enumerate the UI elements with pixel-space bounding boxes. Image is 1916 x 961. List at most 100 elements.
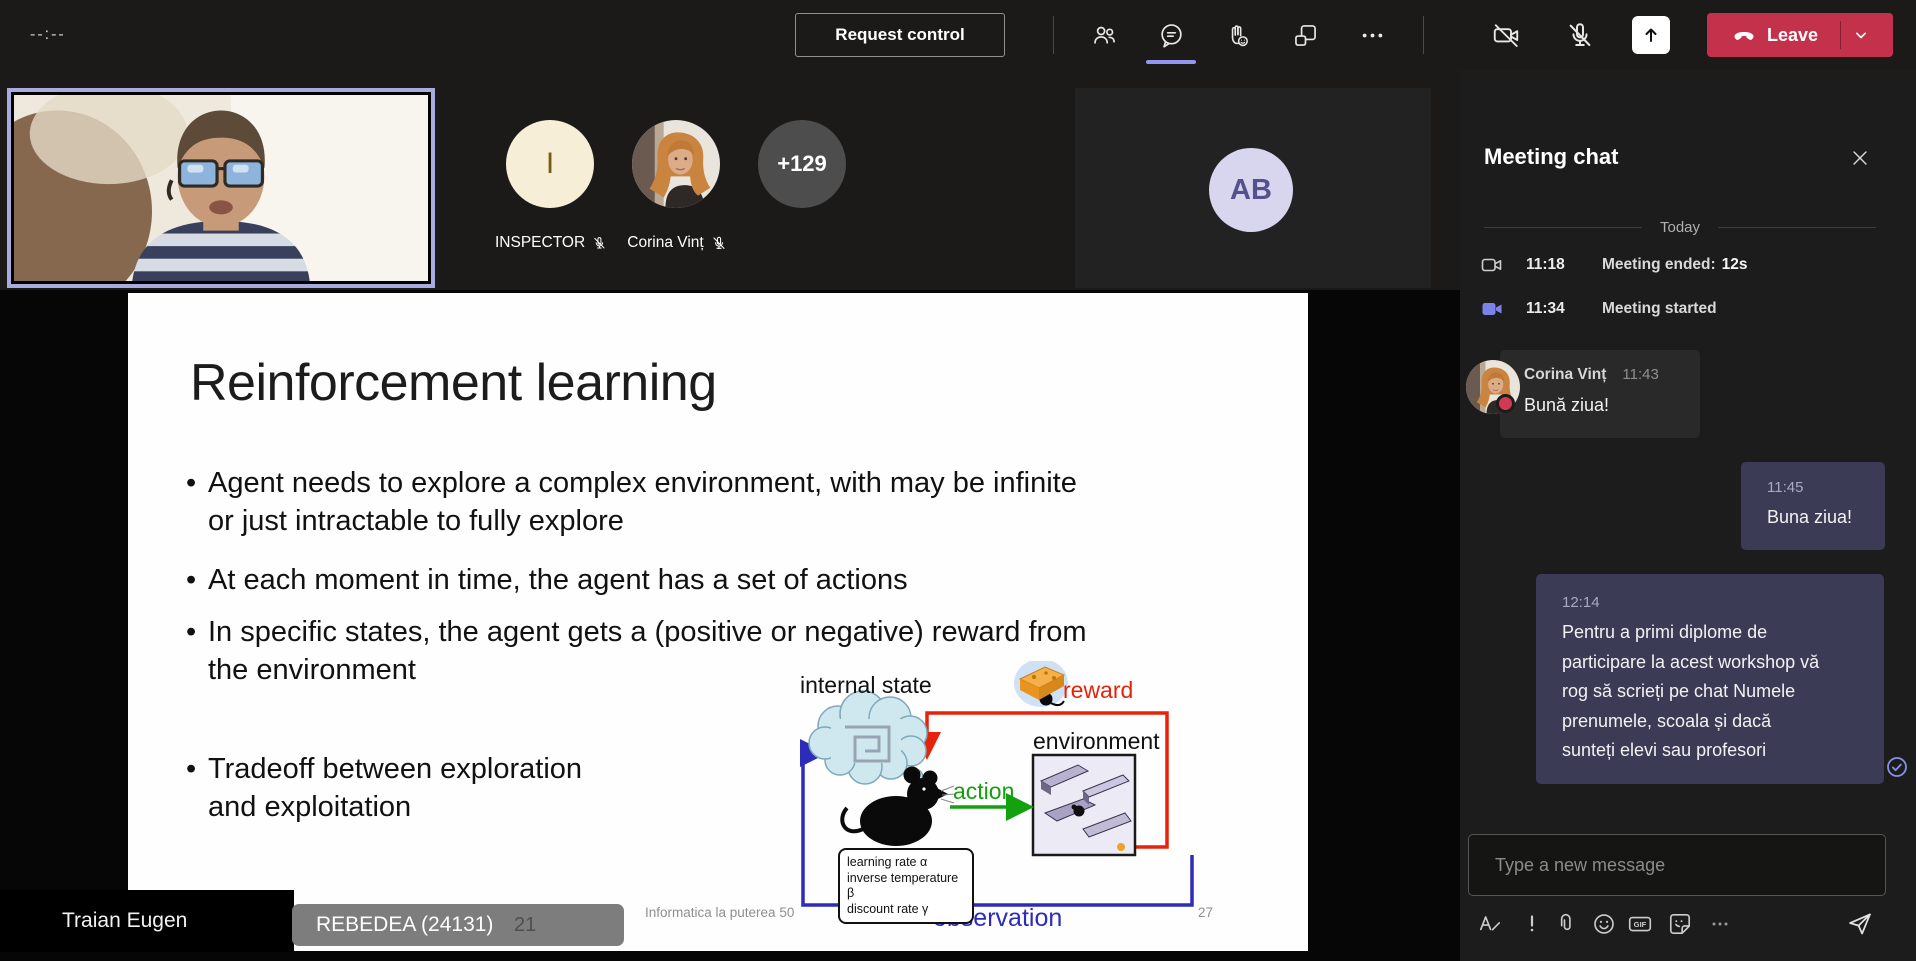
- environment-maze: [1033, 755, 1135, 855]
- chat-toggle-button[interactable]: [1151, 15, 1191, 55]
- label-internal-state: internal state: [800, 672, 932, 698]
- participant-tile-ab[interactable]: AB: [1075, 88, 1431, 288]
- toolbar-divider: [1053, 16, 1054, 54]
- meeting-chat-panel: Meeting chat Today 11:18 Meeting ended: …: [1460, 70, 1916, 961]
- more-options-button[interactable]: [1352, 15, 1392, 55]
- exclamation-icon: [1520, 912, 1544, 936]
- mic-off-button[interactable]: [1560, 15, 1600, 55]
- slide-bullet: •At each moment in time, the agent has a…: [186, 562, 908, 600]
- label-reward: reward: [1063, 677, 1133, 703]
- chat-input-container: [1468, 834, 1886, 896]
- chat-message-input[interactable]: [1469, 855, 1885, 876]
- gif-button[interactable]: GIF: [1624, 908, 1656, 940]
- leave-button[interactable]: Leave: [1707, 13, 1893, 57]
- more-compose-button[interactable]: [1704, 908, 1736, 940]
- corina-photo: [632, 120, 720, 208]
- format-icon: [1477, 911, 1503, 937]
- teams-meeting-window: --:-- Request control: [0, 0, 1916, 961]
- camera-off-button[interactable]: [1486, 15, 1526, 55]
- chat-bubble-icon: [1158, 22, 1185, 49]
- avatar-initial: I: [546, 147, 554, 181]
- camera-off-icon: [1491, 20, 1521, 50]
- presenter-video: [14, 95, 428, 281]
- date-divider-label: Today: [1660, 219, 1700, 236]
- label-environment: environment: [1033, 728, 1160, 754]
- chat-panel-title: Meeting chat: [1484, 144, 1618, 170]
- chat-message-incoming: Corina Vinț 11:43 Bună ziua!: [1500, 350, 1700, 438]
- breakout-rooms-icon: [1292, 22, 1319, 49]
- message-text: Buna ziua!: [1767, 503, 1885, 533]
- leave-options-chevron[interactable]: [1841, 13, 1881, 57]
- svg-text:GIF: GIF: [1634, 920, 1647, 929]
- message-text: Pentru a primi diplome de participare la…: [1562, 618, 1884, 766]
- overflow-participants-badge[interactable]: +129: [758, 120, 846, 208]
- slide-footer-text: Informatica la puterea 50: [645, 905, 794, 920]
- overflow-count: +129: [777, 151, 827, 177]
- paperclip-icon: [1553, 911, 1579, 937]
- date-divider: Today: [1484, 218, 1876, 236]
- sticker-button[interactable]: [1664, 908, 1696, 940]
- active-tab-underline: [1146, 60, 1196, 64]
- message-seen-icon: [1886, 756, 1908, 778]
- mic-muted-icon: [592, 235, 607, 251]
- message-time: 12:14: [1562, 594, 1884, 611]
- meeting-timer: --:--: [30, 26, 66, 44]
- message-author: Corina Vinț: [1524, 366, 1606, 384]
- send-icon: [1846, 910, 1874, 938]
- video-strip: I +129 INSPECTOR Corina Vinț AB: [0, 70, 1460, 290]
- more-dots-icon: [1359, 22, 1386, 49]
- gif-icon: GIF: [1626, 911, 1654, 937]
- slide-page-number: 27: [1198, 905, 1213, 920]
- chat-message-outgoing: 12:14 Pentru a primi diplome de particip…: [1536, 574, 1884, 784]
- camera-event-icon-active: [1480, 297, 1504, 321]
- avatar-corina[interactable]: [632, 120, 720, 208]
- participants-button[interactable]: [1084, 15, 1124, 55]
- share-screen-button[interactable]: [1632, 16, 1670, 54]
- importance-button[interactable]: [1516, 908, 1548, 940]
- mic-muted-icon: [711, 235, 727, 251]
- presenter-name-tag: Traian Eugen: [0, 890, 294, 952]
- emoji-button[interactable]: [1588, 908, 1620, 940]
- avatar-inspector[interactable]: I: [506, 120, 594, 208]
- presenter-video-tile[interactable]: [7, 88, 435, 288]
- slide-title: Reinforcement learning: [190, 353, 717, 413]
- presentation-stage: Reinforcement learning •Agent needs to e…: [0, 290, 1460, 961]
- slide-bullet: •Agent needs to explore a complex enviro…: [186, 465, 1077, 540]
- more-dots-icon: [1708, 912, 1732, 936]
- attach-button[interactable]: [1550, 908, 1582, 940]
- presenter-first-names: Traian Eugen: [62, 909, 187, 933]
- participant-label-inspector: INSPECTOR: [495, 232, 607, 254]
- chat-message-outgoing: 11:45 Buna ziua!: [1741, 462, 1885, 550]
- chevron-down-icon: [1851, 25, 1871, 45]
- message-time: 11:43: [1622, 366, 1658, 383]
- slide: Reinforcement learning •Agent needs to e…: [128, 293, 1308, 951]
- label-action: action: [953, 778, 1014, 804]
- presence-busy-dot: [1496, 394, 1515, 413]
- people-icon: [1091, 22, 1118, 49]
- participant-label-corina: Corina Vinț: [618, 232, 736, 254]
- meeting-event-row: 11:18 Meeting ended: 12s: [1480, 252, 1748, 278]
- toolbar-divider: [1423, 16, 1424, 54]
- slide-bullet: •Tradeoff between exploration and exploi…: [186, 751, 582, 826]
- send-button[interactable]: [1844, 908, 1876, 940]
- message-text: Bună ziua!: [1524, 391, 1700, 421]
- breakout-rooms-button[interactable]: [1285, 15, 1325, 55]
- hangup-phone-icon: [1731, 22, 1757, 48]
- camera-event-icon: [1480, 253, 1504, 277]
- rl-parameters-box: learning rate α inverse temperature β di…: [838, 848, 974, 924]
- cheese-reward-clipart: [1014, 661, 1068, 707]
- message-time: 11:45: [1767, 479, 1885, 496]
- presenter-last-name: REBEDEA (24131): [316, 913, 493, 937]
- close-icon: [1849, 147, 1871, 169]
- meeting-toolbar: --:-- Request control: [0, 0, 1916, 70]
- meeting-event-row: 11:34 Meeting started: [1480, 296, 1723, 322]
- raise-hand-icon: [1224, 22, 1251, 49]
- leave-label: Leave: [1767, 25, 1818, 46]
- format-button[interactable]: [1474, 908, 1506, 940]
- close-chat-button[interactable]: [1844, 142, 1876, 174]
- presenter-name-pill: REBEDEA (24131) 21: [292, 904, 624, 946]
- raise-hand-button[interactable]: [1217, 15, 1257, 55]
- avatar-ab: AB: [1209, 148, 1293, 232]
- request-control-button[interactable]: Request control: [795, 13, 1005, 57]
- obscured-text: 21: [514, 914, 536, 937]
